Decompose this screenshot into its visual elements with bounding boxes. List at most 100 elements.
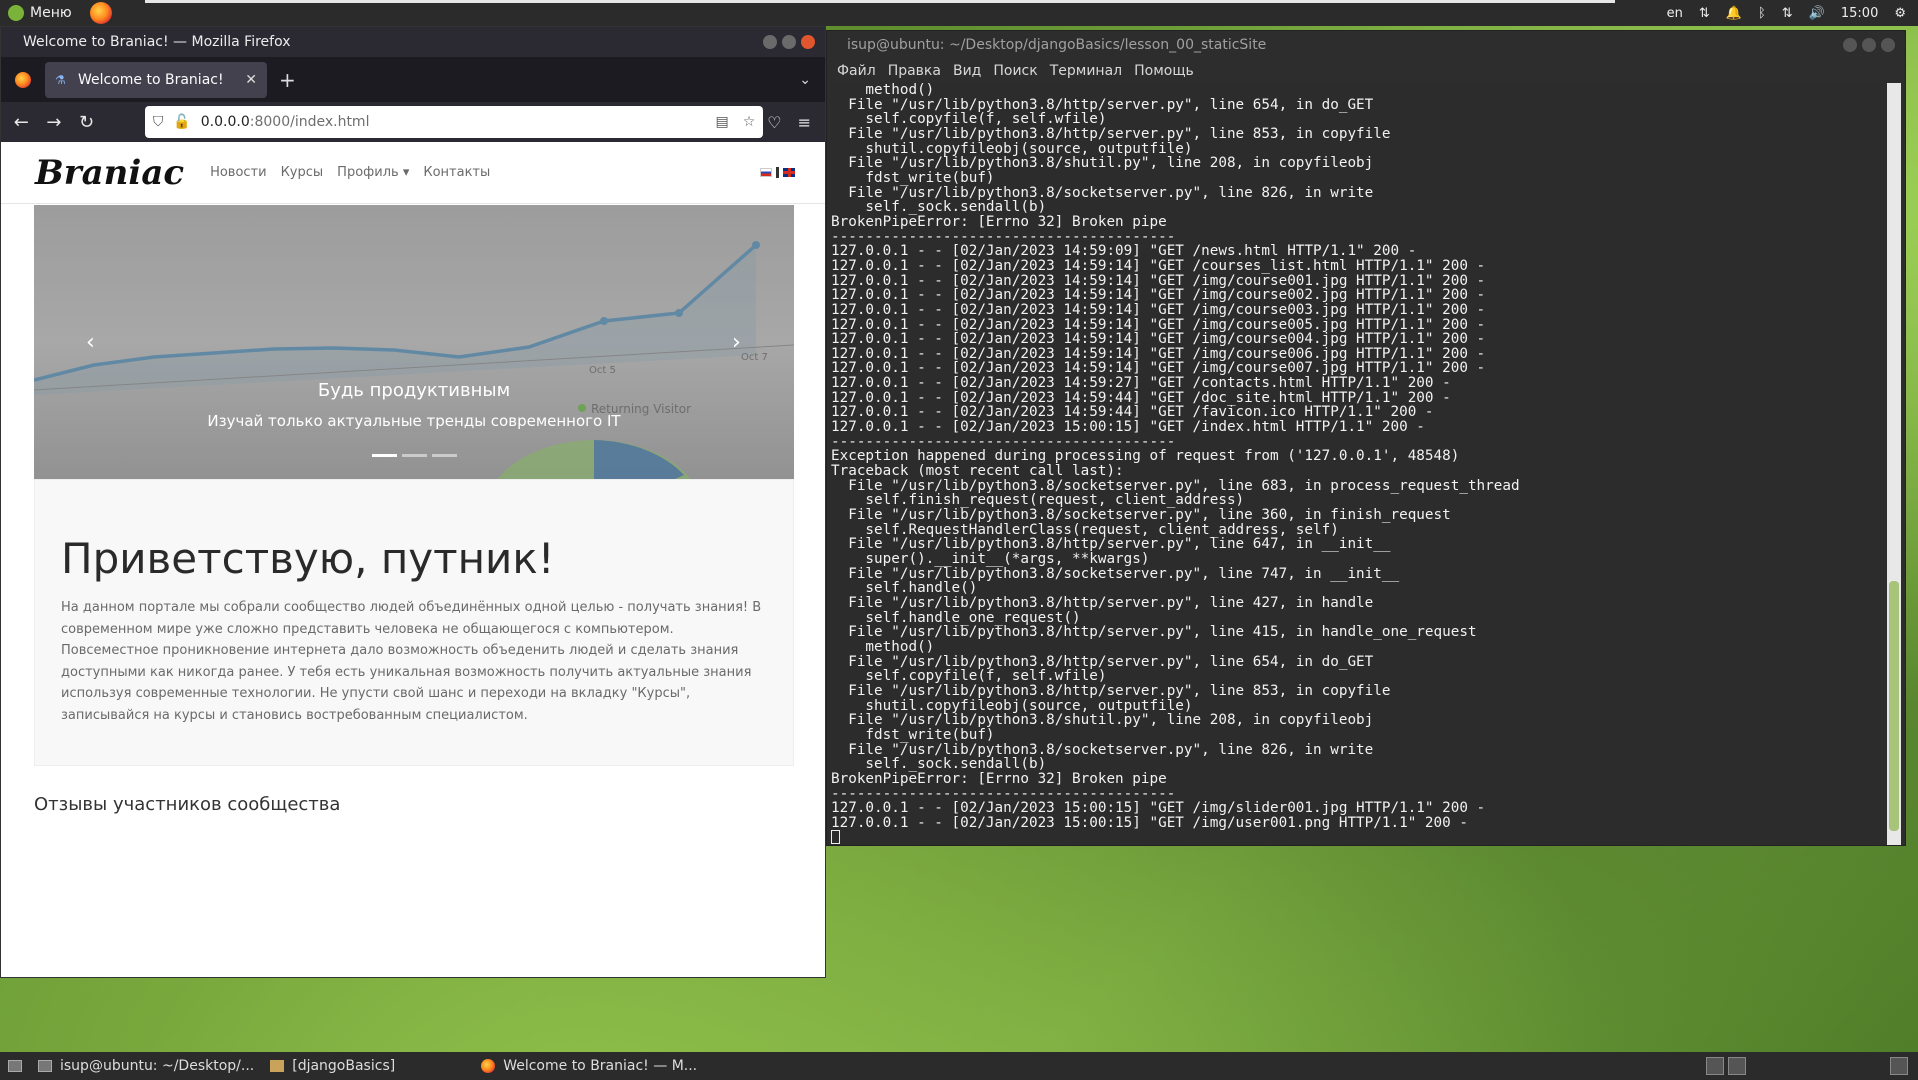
carousel-indicator-1[interactable] (372, 454, 397, 457)
nav-link-news[interactable]: Новости (210, 165, 267, 180)
maximize-button[interactable] (782, 35, 796, 49)
notifications-bell-icon[interactable]: 🔔 (1726, 6, 1742, 21)
terminal-line: File "/usr/lib/python3.8/socketserver.py… (831, 741, 1374, 758)
terminal-line: super().__init__(*args, **kwargs) (831, 551, 1150, 567)
site-navbar: Braniac Новости Курсы Профиль ▾ Контакты (1, 142, 825, 204)
terminal-window-title: isup@ubuntu: ~/Desktop/djangoBasics/less… (847, 37, 1267, 53)
terminal-line: fdst_write(buf) (831, 726, 995, 743)
terminal-line: 127.0.0.1 - - [02/Jan/2023 14:59:14] "GE… (831, 287, 1486, 304)
keyboard-layout-indicator[interactable]: en (1667, 6, 1683, 21)
flag-separator (776, 167, 779, 178)
folder-icon (270, 1060, 285, 1072)
browser-tab-active[interactable]: ⚗ Welcome to Braniac! ✕ (45, 61, 267, 98)
tab-close-icon[interactable]: ✕ (245, 72, 257, 88)
url-path: :8000/index.html (249, 114, 370, 130)
list-all-tabs-chevron-icon[interactable]: ⌄ (799, 72, 811, 88)
terminal-scrollbar[interactable] (1887, 83, 1901, 845)
firefox-view-icon[interactable] (15, 71, 31, 88)
network-icon[interactable]: ⇅ (1782, 6, 1793, 21)
terminal-line: 127.0.0.1 - - [02/Jan/2023 14:59:27] "GE… (831, 375, 1451, 392)
terminal-line: Traceback (most recent call last): (831, 463, 1124, 480)
russian-flag-icon[interactable] (760, 168, 772, 177)
terminal-menubar: Файл Правка Вид Поиск Терминал Помощь (827, 59, 1905, 83)
terminal-line: BrokenPipeError: [Errno 32] Broken pipe (831, 213, 1167, 230)
terminal-line: 127.0.0.1 - - [02/Jan/2023 14:59:14] "GE… (831, 345, 1486, 362)
carousel-prev-icon[interactable]: ‹ (86, 330, 95, 355)
nav-link-courses[interactable]: Курсы (281, 165, 324, 180)
carousel-indicator-3[interactable] (432, 454, 457, 457)
terminal-line: 127.0.0.1 - - [02/Jan/2023 15:00:15] "GE… (831, 800, 1486, 817)
tab-title: Welcome to Braniac! (78, 71, 224, 88)
terminal-cursor (831, 830, 840, 845)
firefox-window-title: Welcome to Braniac! — Mozilla Firefox (23, 34, 291, 50)
terminal-line: File "/usr/lib/python3.8/http/server.py"… (831, 96, 1374, 113)
volume-icon[interactable]: 🔊 (1809, 6, 1825, 21)
web-page: Braniac Новости Курсы Профиль ▾ Контакты (1, 142, 825, 977)
bluetooth-icon[interactable]: ᛒ (1758, 6, 1766, 21)
terminal-titlebar[interactable]: isup@ubuntu: ~/Desktop/djangoBasics/less… (827, 31, 1905, 59)
pocket-icon[interactable]: ♡ (767, 113, 781, 132)
terminal-line: File "/usr/lib/python3.8/socketserver.py… (831, 184, 1374, 201)
carousel-indicators (372, 454, 457, 457)
show-desktop-button[interactable] (0, 1052, 30, 1080)
insecure-lock-icon[interactable]: 🔓 (173, 114, 190, 130)
minimize-button[interactable] (763, 35, 777, 49)
terminal-minimize-button[interactable] (1843, 38, 1857, 52)
reload-icon[interactable]: ↻ (72, 106, 101, 138)
terminal-line: fdst_write(buf) (831, 169, 995, 186)
taskbar-item-firefox[interactable]: Welcome to Braniac! — M... (473, 1052, 705, 1080)
clock[interactable]: 15:00 (1841, 6, 1878, 21)
terminal-line: File "/usr/lib/python3.8/http/server.py"… (831, 536, 1391, 553)
taskbar-firefox-label: Welcome to Braniac! — M... (503, 1058, 698, 1074)
forward-arrow-icon[interactable]: → (40, 106, 69, 138)
terminal-close-button[interactable] (1881, 38, 1895, 52)
hamburger-menu-icon[interactable]: ≡ (798, 113, 811, 132)
terminal-line: self._sock.sendall(b) (831, 199, 1047, 216)
taskbar-item-folder[interactable]: [djangoBasics] (262, 1052, 403, 1080)
nav-link-contacts[interactable]: Контакты (423, 165, 490, 180)
terminal-line: ---------------------------------------- (831, 785, 1176, 802)
terminal-maximize-button[interactable] (1862, 38, 1876, 52)
carousel-indicator-2[interactable] (402, 454, 427, 457)
url-host: 0.0.0.0 (200, 114, 250, 130)
reader-view-icon[interactable]: ▤ (715, 114, 728, 130)
settings-gear-icon[interactable]: ⚙ (1894, 6, 1906, 21)
english-flag-icon[interactable] (783, 168, 795, 177)
menu-view[interactable]: Вид (953, 63, 981, 79)
welcome-jumbotron: Приветствую, путник! На данном портале м… (34, 479, 794, 766)
terminal-line: shutil.copyfileobj(source, outputfile) (831, 697, 1193, 714)
terminal-line: self.RequestHandlerClass(request, client… (831, 521, 1339, 538)
firefox-launcher-icon[interactable] (89, 2, 112, 24)
terminal-prompt-line (831, 830, 1879, 845)
site-brand-logo[interactable]: Braniac (35, 153, 184, 193)
workspace-terminal-icon[interactable] (1728, 1057, 1746, 1075)
menu-search[interactable]: Поиск (993, 63, 1037, 79)
tracking-shield-icon[interactable]: ⛉ (153, 114, 164, 130)
workspace-firefox-icon[interactable] (1706, 1057, 1724, 1075)
terminal-line: 127.0.0.1 - - [02/Jan/2023 14:59:14] "GE… (831, 301, 1486, 318)
trash-icon[interactable] (1890, 1057, 1908, 1075)
terminal-line: 127.0.0.1 - - [02/Jan/2023 14:59:44] "GE… (831, 404, 1434, 421)
back-arrow-icon[interactable]: ← (7, 106, 36, 138)
bookmark-star-icon[interactable]: ☆ (743, 114, 756, 130)
language-switcher (760, 167, 795, 178)
terminal-line: File "/usr/lib/python3.8/http/server.py"… (831, 624, 1477, 641)
firefox-titlebar[interactable]: Welcome to Braniac! — Mozilla Firefox (1, 27, 825, 57)
network-updown-icon[interactable]: ⇅ (1699, 6, 1710, 21)
terminal-output[interactable]: method() File "/usr/lib/python3.8/http/s… (831, 83, 1879, 845)
terminal-line: self.copyfile(f, self.wfile) (831, 111, 1107, 128)
firefox-icon (481, 1059, 496, 1073)
menu-help[interactable]: Помощь (1134, 63, 1194, 79)
menu-file[interactable]: Файл (837, 63, 876, 79)
nav-link-profile-dropdown[interactable]: Профиль ▾ (337, 165, 409, 180)
url-bar[interactable]: ⛉ 🔓 0.0.0.0:8000/index.html ▤ ☆ (144, 106, 764, 138)
menu-edit[interactable]: Правка (888, 63, 941, 79)
close-button[interactable] (801, 35, 815, 49)
terminal-scrollbar-thumb[interactable] (1889, 581, 1899, 831)
welcome-text: На данном портале мы собрали сообщество … (61, 600, 762, 723)
menu-terminal[interactable]: Терминал (1050, 63, 1122, 79)
new-tab-plus-icon[interactable]: + (279, 68, 296, 92)
taskbar-item-terminal[interactable]: isup@ubuntu: ~/Desktop/... (30, 1052, 262, 1080)
main-menu-button[interactable]: Меню (0, 0, 80, 26)
carousel-next-icon[interactable]: › (732, 330, 741, 355)
